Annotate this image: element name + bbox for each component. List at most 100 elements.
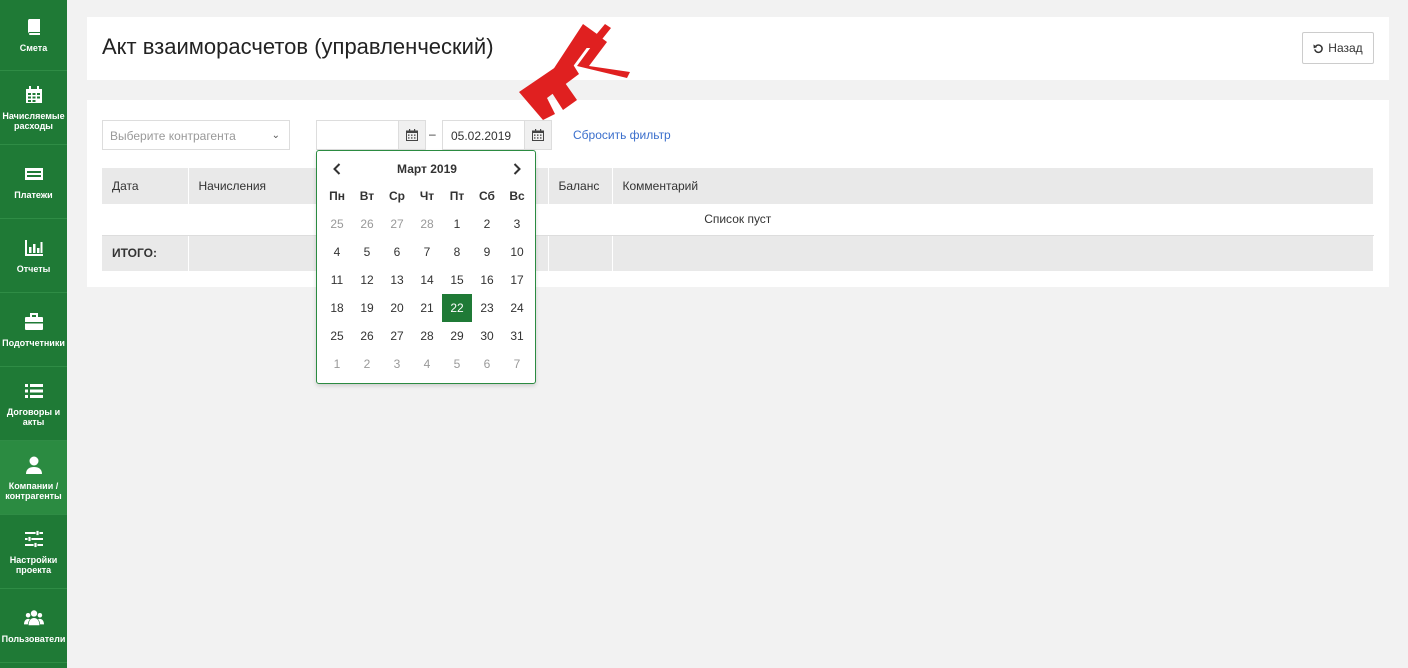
calendar-icon	[25, 85, 42, 103]
total-cell	[548, 235, 613, 271]
calendar-icon	[532, 129, 544, 141]
day-cell[interactable]: 25	[322, 322, 352, 350]
day-cell[interactable]: 9	[472, 238, 502, 266]
datepicker-grid: Пн Вт Ср Чт Пт Сб Вс 25 26 27 28 1 2 3 4 5 6 7 8 9 10 11 12 13 1…	[322, 182, 532, 378]
day-cell[interactable]: 26	[352, 322, 382, 350]
sidebar-item-label: Подотчетники	[2, 337, 65, 348]
sidebar-item-companies[interactable]: Компании / контрагенты	[0, 441, 67, 515]
day-cell[interactable]: 30	[472, 322, 502, 350]
sidebar: Смета Начисляемые расходы Платежи Отчеты…	[0, 0, 67, 668]
bar-chart-icon	[24, 239, 43, 256]
day-cell[interactable]: 14	[412, 266, 442, 294]
weekday-label: Пн	[329, 189, 345, 203]
day-cell[interactable]: 15	[442, 266, 472, 294]
page-header: Акт взаиморасчетов (управленческий) Наза…	[87, 17, 1389, 80]
day-cell[interactable]: 28	[412, 322, 442, 350]
sidebar-item-contracts[interactable]: Договоры и акты	[0, 367, 67, 441]
sidebar-item-estimate[interactable]: Смета	[0, 0, 67, 71]
empty-row: Список пуст	[102, 204, 1374, 236]
datepicker-month-label[interactable]: Март 2019	[317, 162, 537, 176]
day-cell[interactable]: 17	[502, 266, 532, 294]
reset-filter-link[interactable]: Сбросить фильтр	[573, 128, 671, 142]
day-cell[interactable]: 11	[322, 266, 352, 294]
day-cell[interactable]: 6	[382, 238, 412, 266]
sidebar-item-reports[interactable]: Отчеты	[0, 219, 67, 293]
datepicker-header: Март 2019	[317, 159, 537, 179]
page-title: Акт взаиморасчетов (управленческий)	[102, 34, 494, 59]
day-cell[interactable]: 7	[412, 238, 442, 266]
day-cell[interactable]: 16	[472, 266, 502, 294]
users-icon	[23, 609, 44, 625]
day-cell[interactable]: 5	[352, 238, 382, 266]
date-to-input[interactable]: 05.02.2019	[442, 120, 526, 150]
date-to-calendar-button[interactable]	[524, 120, 552, 150]
day-cell[interactable]: 3	[502, 210, 532, 238]
day-cell[interactable]: 1	[322, 350, 352, 378]
day-cell-selected[interactable]: 22	[442, 294, 472, 322]
sidebar-item-label: Настройки проекта	[9, 554, 58, 575]
day-cell[interactable]: 4	[412, 350, 442, 378]
weekday-label: Вт	[359, 189, 375, 203]
date-range-separator: –	[429, 127, 436, 141]
day-cell[interactable]: 27	[382, 210, 412, 238]
week-row: 18 19 20 21 22 23 24	[322, 294, 532, 322]
day-cell[interactable]: 23	[472, 294, 502, 322]
settlement-table: Дата Начисления Баланс Комментарий Списо…	[102, 168, 1374, 271]
day-cell[interactable]: 12	[352, 266, 382, 294]
column-header-comment[interactable]: Комментарий	[612, 168, 1374, 204]
weekday-row: Пн Вт Ср Чт Пт Сб Вс	[322, 182, 532, 210]
day-cell[interactable]: 1	[442, 210, 472, 238]
book-icon	[27, 19, 40, 35]
day-cell[interactable]: 7	[502, 350, 532, 378]
day-cell[interactable]: 19	[352, 294, 382, 322]
next-month-button[interactable]	[507, 159, 527, 179]
sidebar-item-label: Начисляемые расходы	[2, 110, 65, 131]
back-button[interactable]: Назад	[1302, 32, 1374, 64]
weekday-label: Сб	[479, 189, 495, 203]
day-cell[interactable]: 18	[322, 294, 352, 322]
date-from-calendar-button[interactable]	[398, 120, 426, 150]
day-cell[interactable]: 28	[412, 210, 442, 238]
sidebar-item-project-settings[interactable]: Настройки проекта	[0, 515, 67, 589]
day-cell[interactable]: 8	[442, 238, 472, 266]
day-cell[interactable]: 20	[382, 294, 412, 322]
contractor-select-placeholder: Выберите контрагента	[110, 129, 236, 143]
day-cell[interactable]: 29	[442, 322, 472, 350]
total-row: ИТОГО:	[102, 235, 1374, 271]
chevron-down-icon: ⌄	[271, 130, 280, 141]
annotation-arrow-icon	[519, 24, 630, 120]
back-button-label: Назад	[1328, 41, 1363, 55]
week-row: 4 5 6 7 8 9 10	[322, 238, 532, 266]
day-cell[interactable]: 6	[472, 350, 502, 378]
day-cell[interactable]: 26	[352, 210, 382, 238]
day-cell[interactable]: 13	[382, 266, 412, 294]
column-header-date[interactable]: Дата	[102, 168, 189, 204]
day-cell[interactable]: 5	[442, 350, 472, 378]
column-header-balance[interactable]: Баланс	[548, 168, 613, 204]
day-cell[interactable]: 4	[322, 238, 352, 266]
day-cell[interactable]: 3	[382, 350, 412, 378]
sidebar-item-accountable-persons[interactable]: Подотчетники	[0, 293, 67, 367]
contractor-select[interactable]: Выберите контрагента ⌄	[102, 120, 290, 150]
weekday-label: Пт	[449, 189, 465, 203]
day-cell[interactable]: 10	[502, 238, 532, 266]
week-row: 25 26 27 28 1 2 3	[322, 210, 532, 238]
day-cell[interactable]: 24	[502, 294, 532, 322]
sidebar-item-users[interactable]: Пользователи	[0, 589, 67, 663]
day-cell[interactable]: 2	[472, 210, 502, 238]
sidebar-item-label: Смета	[19, 43, 48, 53]
report-panel: Выберите контрагента ⌄ – 05.02.2019 Сбро…	[87, 100, 1389, 287]
sidebar-item-label: Компании / контрагенты	[5, 480, 62, 501]
day-cell[interactable]: 31	[502, 322, 532, 350]
day-cell[interactable]: 25	[322, 210, 352, 238]
date-from-input[interactable]	[316, 120, 400, 150]
weekday-label: Вс	[509, 189, 525, 203]
column-header-accruals[interactable]: Начисления	[188, 168, 329, 204]
day-cell[interactable]: 21	[412, 294, 442, 322]
day-cell[interactable]: 2	[352, 350, 382, 378]
chevron-right-icon	[513, 163, 521, 175]
day-cell[interactable]: 27	[382, 322, 412, 350]
sidebar-item-accrued-expenses[interactable]: Начисляемые расходы	[0, 71, 67, 145]
sidebar-item-payments[interactable]: Платежи	[0, 145, 67, 219]
weekday-label: Ср	[389, 189, 405, 203]
